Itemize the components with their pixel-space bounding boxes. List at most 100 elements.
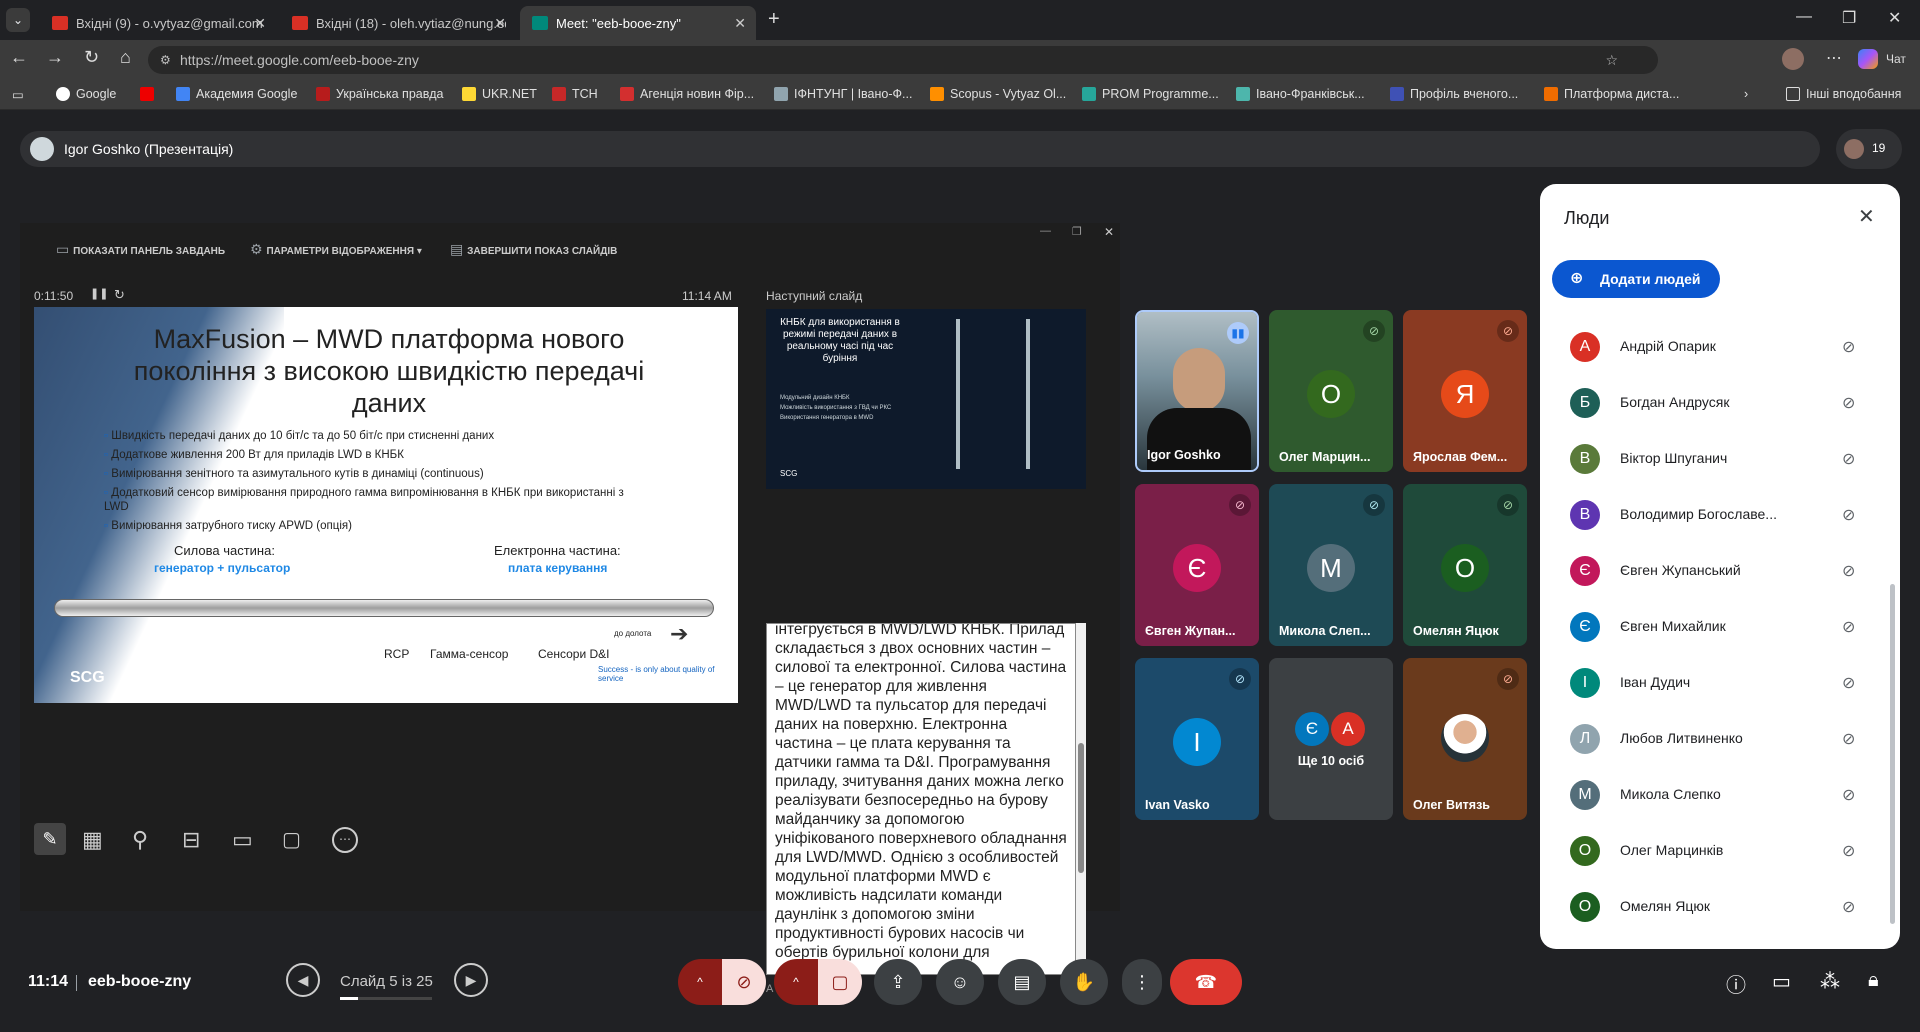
bookmark-other-favorites[interactable]: Інші вподобання (1786, 87, 1901, 101)
forward-arrow-icon[interactable]: → (46, 47, 64, 68)
browser-tab-gmail-1[interactable]: Вхідні (9) - o.vytyaz@gmail.com - ✕ (40, 6, 276, 40)
more-vert-icon[interactable]: ⋮ (1876, 782, 1880, 803)
copilot-icon[interactable] (1858, 49, 1878, 69)
bookmark-youtube[interactable] (140, 87, 154, 101)
leave-call-button[interactable]: ☎ (1170, 959, 1242, 1005)
host-controls-icon[interactable]: 🔒︎ (1868, 969, 1879, 992)
video-tile-oleh-martsynkiv[interactable]: О ⊘ Олег Марцин... (1269, 310, 1393, 472)
site-info-icon[interactable]: ⚙ (160, 46, 171, 74)
more-vert-icon[interactable]: ⋮ (1876, 614, 1880, 635)
people-list-item[interactable]: Є Євген Жупанський ⊘ ⋮ (1570, 548, 1880, 594)
mic-off-icon[interactable]: ⊘ (1842, 897, 1855, 917)
chat-icon[interactable]: ▭ (1772, 969, 1791, 994)
restore-window-icon[interactable]: ❐ (1842, 8, 1856, 28)
bookmark-prom[interactable]: PROM Programme... (1082, 87, 1219, 101)
participants-count-button[interactable]: 19 (1836, 129, 1902, 169)
video-tile-omelian-yatsiuk[interactable]: О ⊘ Омелян Яцюк (1403, 484, 1527, 646)
mic-off-icon[interactable]: ⊘ (1842, 673, 1855, 693)
raise-hand-button[interactable]: ✋ (1060, 959, 1108, 1005)
show-taskbar-button[interactable]: ▭ ПОКАЗАТИ ПАНЕЛЬ ЗАВДАНЬ (56, 241, 225, 258)
mic-off-icon[interactable]: ⊘ (1842, 505, 1855, 525)
people-list-item[interactable]: Л Любов Литвиненко ⊘ ⋮ (1570, 716, 1880, 762)
display-settings-button[interactable]: ⚙ ПАРАМЕТРИ ВІДОБРАЖЕННЯ ▾ (250, 241, 422, 258)
more-vert-icon[interactable]: ⋮ (1876, 334, 1880, 355)
see-all-slides-icon[interactable]: ▦ (82, 827, 103, 853)
mic-off-button[interactable]: ⊘ (722, 959, 766, 1005)
video-options-button[interactable]: ^ (774, 959, 818, 1005)
video-tile-more-people[interactable]: Є А Ще 10 осіб (1269, 658, 1393, 820)
captions-button[interactable]: ▤ (998, 959, 1046, 1005)
browser-tab-meet[interactable]: Meet: "eeb-booe-zny" ✕ (520, 6, 756, 40)
mic-off-icon[interactable]: ⊘ (1842, 729, 1855, 749)
address-bar[interactable]: ⚙ https://meet.google.com/eeb-booe-zny ☆ (148, 46, 1658, 74)
bookmark-ivano-frankivsk[interactable]: Івано-Франківськ... (1236, 87, 1365, 101)
window-max-icon[interactable]: ❐ (1072, 225, 1082, 238)
more-vert-icon[interactable]: ⋮ (1876, 838, 1880, 859)
mic-off-icon[interactable]: ⊘ (1842, 617, 1855, 637)
more-vert-icon[interactable]: ⋮ (1876, 726, 1880, 747)
more-vert-icon[interactable]: ⋮ (1876, 894, 1880, 915)
meeting-details-icon[interactable]: ⓘ (1726, 969, 1746, 998)
people-list-item[interactable]: О Омелян Яцюк ⊘ ⋮ (1570, 884, 1880, 930)
bookmark-platform[interactable]: Платформа диста... (1544, 87, 1679, 101)
add-people-button[interactable]: ⊕ Додати людей (1552, 260, 1720, 298)
close-panel-icon[interactable]: ✕ (1858, 204, 1875, 229)
camera-toggle-icon[interactable]: ▢ (282, 827, 301, 852)
people-list-item[interactable]: В Віктор Шпуганич ⊘ ⋮ (1570, 436, 1880, 482)
more-options-button[interactable]: ⋮ (1122, 959, 1162, 1005)
people-list-item[interactable]: О Олег Марцинків ⊘ ⋮ (1570, 828, 1880, 874)
people-list-item[interactable]: І Іван Дудич ⊘ ⋮ (1570, 660, 1880, 706)
video-tile-ivan-vasko[interactable]: I ⊘ Ivan Vasko (1135, 658, 1259, 820)
video-tile-yevhen-zhupan[interactable]: Є ⊘ Євген Жупан... (1135, 484, 1259, 646)
bookmark-firtka[interactable]: Агенція новин Фір... (620, 87, 754, 101)
people-list-item[interactable]: Б Богдан Андрусяк ⊘ ⋮ (1570, 380, 1880, 426)
window-min-icon[interactable]: — (1040, 225, 1051, 237)
bookmark-academia-google[interactable]: Академия Google (176, 87, 297, 101)
more-vert-icon[interactable]: ⋮ (1876, 446, 1880, 467)
bookmark-tsn[interactable]: ТСН (552, 87, 598, 101)
more-vert-icon[interactable]: ⋮ (1876, 502, 1880, 523)
notes-scrollbar[interactable] (1076, 623, 1086, 975)
people-list-item[interactable]: А Андрій Опарик ⊘ ⋮ (1570, 324, 1880, 370)
people-list-item[interactable]: М Микола Слепко ⊘ ⋮ (1570, 772, 1880, 818)
chat-label[interactable]: Чат (1886, 52, 1906, 66)
next-slide-preview[interactable]: КНБК для використання в режимі передачі … (766, 309, 1086, 489)
activities-icon[interactable]: ⁂ (1820, 969, 1840, 994)
bookmark-pravda[interactable]: Українська правда (316, 87, 443, 101)
bookmark-ifntung[interactable]: ІФНТУНГ | Івано-Ф... (774, 87, 912, 101)
reset-timer-icon[interactable]: ↻ (114, 287, 125, 303)
video-tile-oleh-vytiaz[interactable]: ⊘ Олег Витязь (1403, 658, 1527, 820)
zoom-icon[interactable]: ⚲ (132, 827, 148, 853)
people-list-item[interactable]: В Володимир Богославе... ⊘ ⋮ (1570, 492, 1880, 538)
video-tile-igor-goshko[interactable]: ▮▮ Igor Goshko (1135, 310, 1259, 472)
close-tab-icon[interactable]: ✕ (494, 15, 506, 32)
minimize-window-icon[interactable]: — (1796, 8, 1812, 26)
video-tile-mykola-slepko[interactable]: М ⊘ Микола Слеп... (1269, 484, 1393, 646)
mic-off-icon[interactable]: ⊘ (1842, 785, 1855, 805)
home-icon[interactable]: ⌂ (120, 47, 131, 68)
mic-off-icon[interactable]: ⊘ (1842, 841, 1855, 861)
notes-scroll-thumb[interactable] (1078, 743, 1084, 873)
audio-options-button[interactable]: ^ (678, 959, 722, 1005)
back-arrow-icon[interactable]: ← (10, 47, 28, 68)
close-window-icon[interactable]: ✕ (1888, 8, 1901, 28)
video-tile-yaroslav[interactable]: Я ⊘ Ярослав Фем... (1403, 310, 1527, 472)
present-screen-button[interactable]: ⇪ (874, 959, 922, 1005)
reload-icon[interactable]: ↻ (84, 47, 99, 68)
speaker-notes[interactable]: інтегрується в MWD/LWD КНБК. Прилад скла… (766, 623, 1076, 975)
more-options-icon[interactable]: ⋯ (332, 827, 358, 853)
emoji-reaction-button[interactable]: ☺ (936, 959, 984, 1005)
mic-off-icon[interactable]: ⊘ (1842, 337, 1855, 357)
bookmarks-more-chevron-icon[interactable]: › (1744, 87, 1748, 101)
pause-timer-icon[interactable]: ❚❚ (90, 287, 108, 300)
mic-off-icon[interactable]: ⊘ (1842, 561, 1855, 581)
bookmark-google[interactable]: Google (56, 87, 116, 101)
favorite-star-icon[interactable]: ☆ (1605, 46, 1618, 74)
close-tab-icon[interactable]: ✕ (734, 15, 746, 32)
people-scrollbar[interactable] (1890, 584, 1895, 924)
bookmark-profile[interactable]: Профіль вченого... (1390, 87, 1518, 101)
more-menu-icon[interactable]: ⋯ (1826, 48, 1842, 68)
more-vert-icon[interactable]: ⋮ (1876, 390, 1880, 411)
bookmark-ukrnet[interactable]: UKR.NET (462, 87, 537, 101)
tab-menu-chevron-icon[interactable]: ⌄ (6, 8, 30, 32)
